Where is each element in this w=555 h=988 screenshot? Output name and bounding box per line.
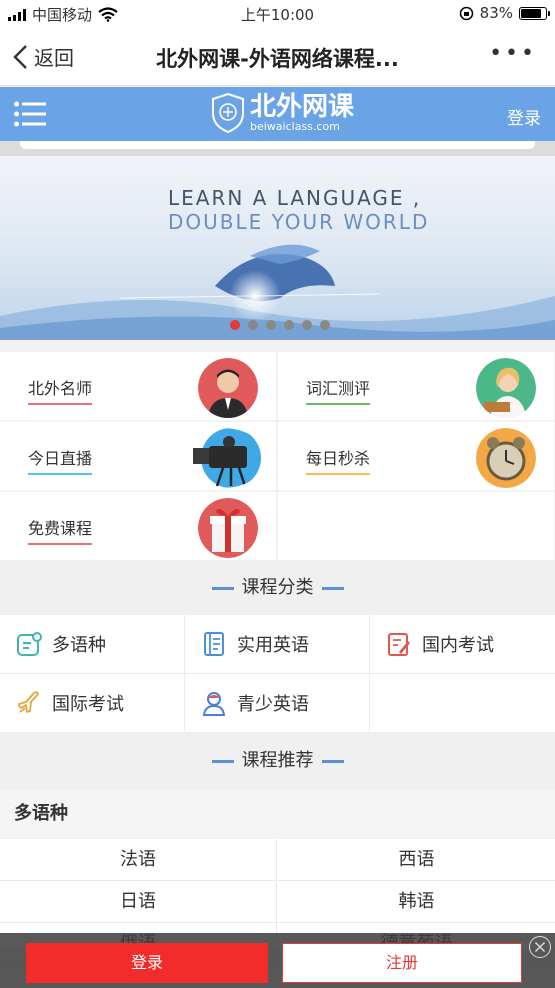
quick-vocabulary-test[interactable]: 词汇测评 — [278, 352, 554, 420]
quick-links: 北外名师 词汇测评 今日直播 每日秒杀 免费课程 — [0, 352, 555, 560]
category-international-exams[interactable]: 国际考试 — [0, 674, 185, 733]
child-icon — [202, 692, 226, 716]
exam-icon — [388, 633, 410, 656]
header-login-link[interactable]: 登录 — [507, 104, 541, 129]
recommend-group-title: 多语种 — [0, 790, 555, 838]
status-bar: 中国移动 上午10:00 83% — [0, 0, 555, 28]
carousel-indicators — [230, 320, 330, 330]
brand-url: beiwaiclass.com — [250, 120, 340, 133]
category-label: 国际考试 — [52, 694, 124, 715]
page-title: 北外网课-外语网络课程... — [156, 47, 399, 71]
quick-free-courses[interactable]: 免费课程 — [0, 492, 276, 560]
header-divider — [0, 141, 555, 156]
navigation-bar: 返回 北外网课-外语网络课程... ••• — [0, 28, 555, 86]
reading-woman-avatar — [476, 358, 536, 418]
gift-box-icon — [198, 498, 258, 558]
recommend-item-korean[interactable]: 韩语 — [278, 881, 555, 923]
register-button[interactable]: 注册 — [282, 943, 522, 983]
category-empty-cell — [370, 674, 555, 733]
recommend-item-japanese[interactable]: 日语 — [0, 881, 277, 923]
category-grid: 多语种 实用英语 国内考试 国际考试 青少英语 — [0, 615, 555, 733]
recommend-item-french[interactable]: 法语 — [0, 839, 277, 881]
carousel-dot[interactable] — [320, 320, 330, 330]
quick-daily-flash-sale[interactable]: 每日秒杀 — [278, 422, 554, 490]
multilingual-icon — [17, 632, 42, 656]
back-button[interactable]: 返回 — [12, 42, 74, 71]
menu-icon[interactable] — [14, 101, 46, 127]
site-header: 北外网课 beiwaiclass.com 登录 — [0, 87, 555, 141]
alarm-clock-icon — [476, 428, 536, 488]
category-youth-english[interactable]: 青少英语 — [185, 674, 370, 733]
shield-logo-icon — [212, 93, 244, 133]
category-domestic-exams[interactable]: 国内考试 — [370, 615, 555, 674]
book-icon — [204, 632, 224, 656]
category-label: 多语种 — [52, 635, 106, 656]
categories-heading: 课程分类 — [0, 560, 555, 616]
category-practical-english[interactable]: 实用英语 — [185, 615, 370, 674]
quick-famous-teachers[interactable]: 北外名师 — [0, 352, 276, 420]
quick-label: 免费课程 — [28, 515, 93, 545]
recommend-heading: 课程推荐 — [0, 733, 555, 789]
banner-carousel[interactable]: LEARN A LANGUAGE , DOUBLE YOUR WORLD — [0, 156, 555, 340]
battery-percent: 83% — [479, 4, 513, 22]
carousel-dot[interactable] — [302, 320, 312, 330]
bottom-action-bar: 登录 注册 — [0, 933, 555, 988]
quick-live-today[interactable]: 今日直播 — [0, 422, 276, 490]
close-icon[interactable] — [529, 936, 551, 958]
carousel-dot[interactable] — [266, 320, 276, 330]
teacher-avatar — [198, 358, 258, 418]
quick-label: 词汇测评 — [306, 375, 371, 405]
recommend-item-spanish[interactable]: 西语 — [278, 839, 555, 881]
plane-icon — [18, 691, 39, 713]
more-options-button[interactable]: ••• — [489, 41, 537, 66]
quick-label: 每日秒杀 — [306, 445, 371, 475]
battery-icon — [519, 6, 550, 20]
category-label: 实用英语 — [237, 635, 309, 656]
login-button[interactable]: 登录 — [26, 943, 268, 983]
category-label: 青少英语 — [237, 694, 309, 715]
carousel-dot[interactable] — [284, 320, 294, 330]
orientation-lock-icon — [459, 6, 473, 20]
chevron-left-icon — [13, 44, 27, 69]
quick-empty-cell — [278, 492, 554, 560]
carousel-dot[interactable] — [230, 320, 240, 330]
carousel-dot[interactable] — [248, 320, 258, 330]
quick-label: 今日直播 — [28, 445, 93, 475]
brand-name: 北外网课 — [250, 92, 355, 122]
back-label: 返回 — [34, 46, 74, 70]
site-logo[interactable]: 北外网课 beiwaiclass.com — [212, 93, 354, 133]
category-label: 国内考试 — [422, 635, 494, 656]
video-camera-icon — [193, 428, 261, 488]
category-multilingual[interactable]: 多语种 — [0, 615, 185, 674]
quick-label: 北外名师 — [28, 375, 93, 405]
